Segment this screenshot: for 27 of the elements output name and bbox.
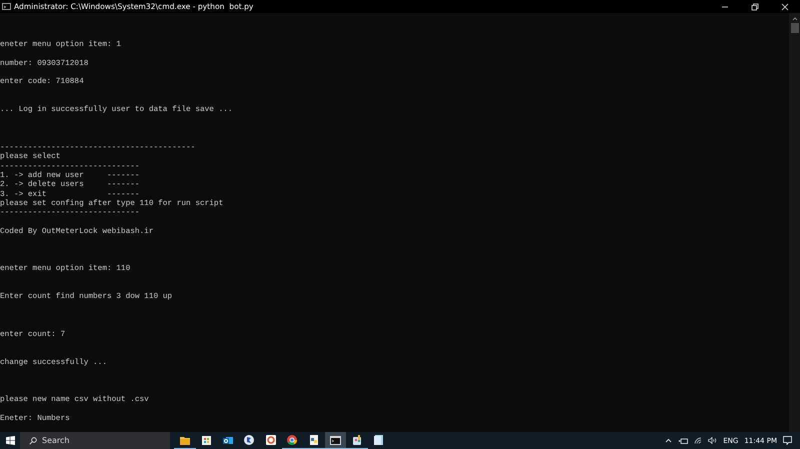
windows-logo-icon <box>6 436 14 445</box>
speaker-icon[interactable] <box>708 437 718 444</box>
close-icon <box>781 2 789 10</box>
taskbar-app-button[interactable] <box>346 432 368 449</box>
taskbar-app-button[interactable] <box>324 432 346 449</box>
chevron-up-icon[interactable] <box>665 438 672 443</box>
scrollbar[interactable] <box>789 13 800 432</box>
taskbar-app-button[interactable] <box>282 432 303 449</box>
search-icon <box>29 436 37 444</box>
palette-icon <box>352 435 362 445</box>
restore-icon <box>751 2 759 10</box>
scroll-up-icon[interactable] <box>792 16 798 21</box>
battery-icon[interactable] <box>678 438 688 444</box>
circle-icon <box>287 435 298 445</box>
bag-icon <box>202 436 211 444</box>
speech-bubble-icon <box>783 436 792 445</box>
taskbar-app-button[interactable] <box>303 432 324 449</box>
mail-icon <box>222 436 233 444</box>
notepad-icon <box>374 435 383 445</box>
folder-icon <box>180 436 190 444</box>
document-icon <box>308 435 319 445</box>
ring-icon <box>266 435 276 445</box>
wifi-icon[interactable] <box>694 437 702 444</box>
notifications-button[interactable] <box>783 436 792 445</box>
terminal-icon <box>330 436 341 444</box>
search-field[interactable]: Search <box>20 432 170 449</box>
scroll-thumb[interactable] <box>790 23 798 33</box>
